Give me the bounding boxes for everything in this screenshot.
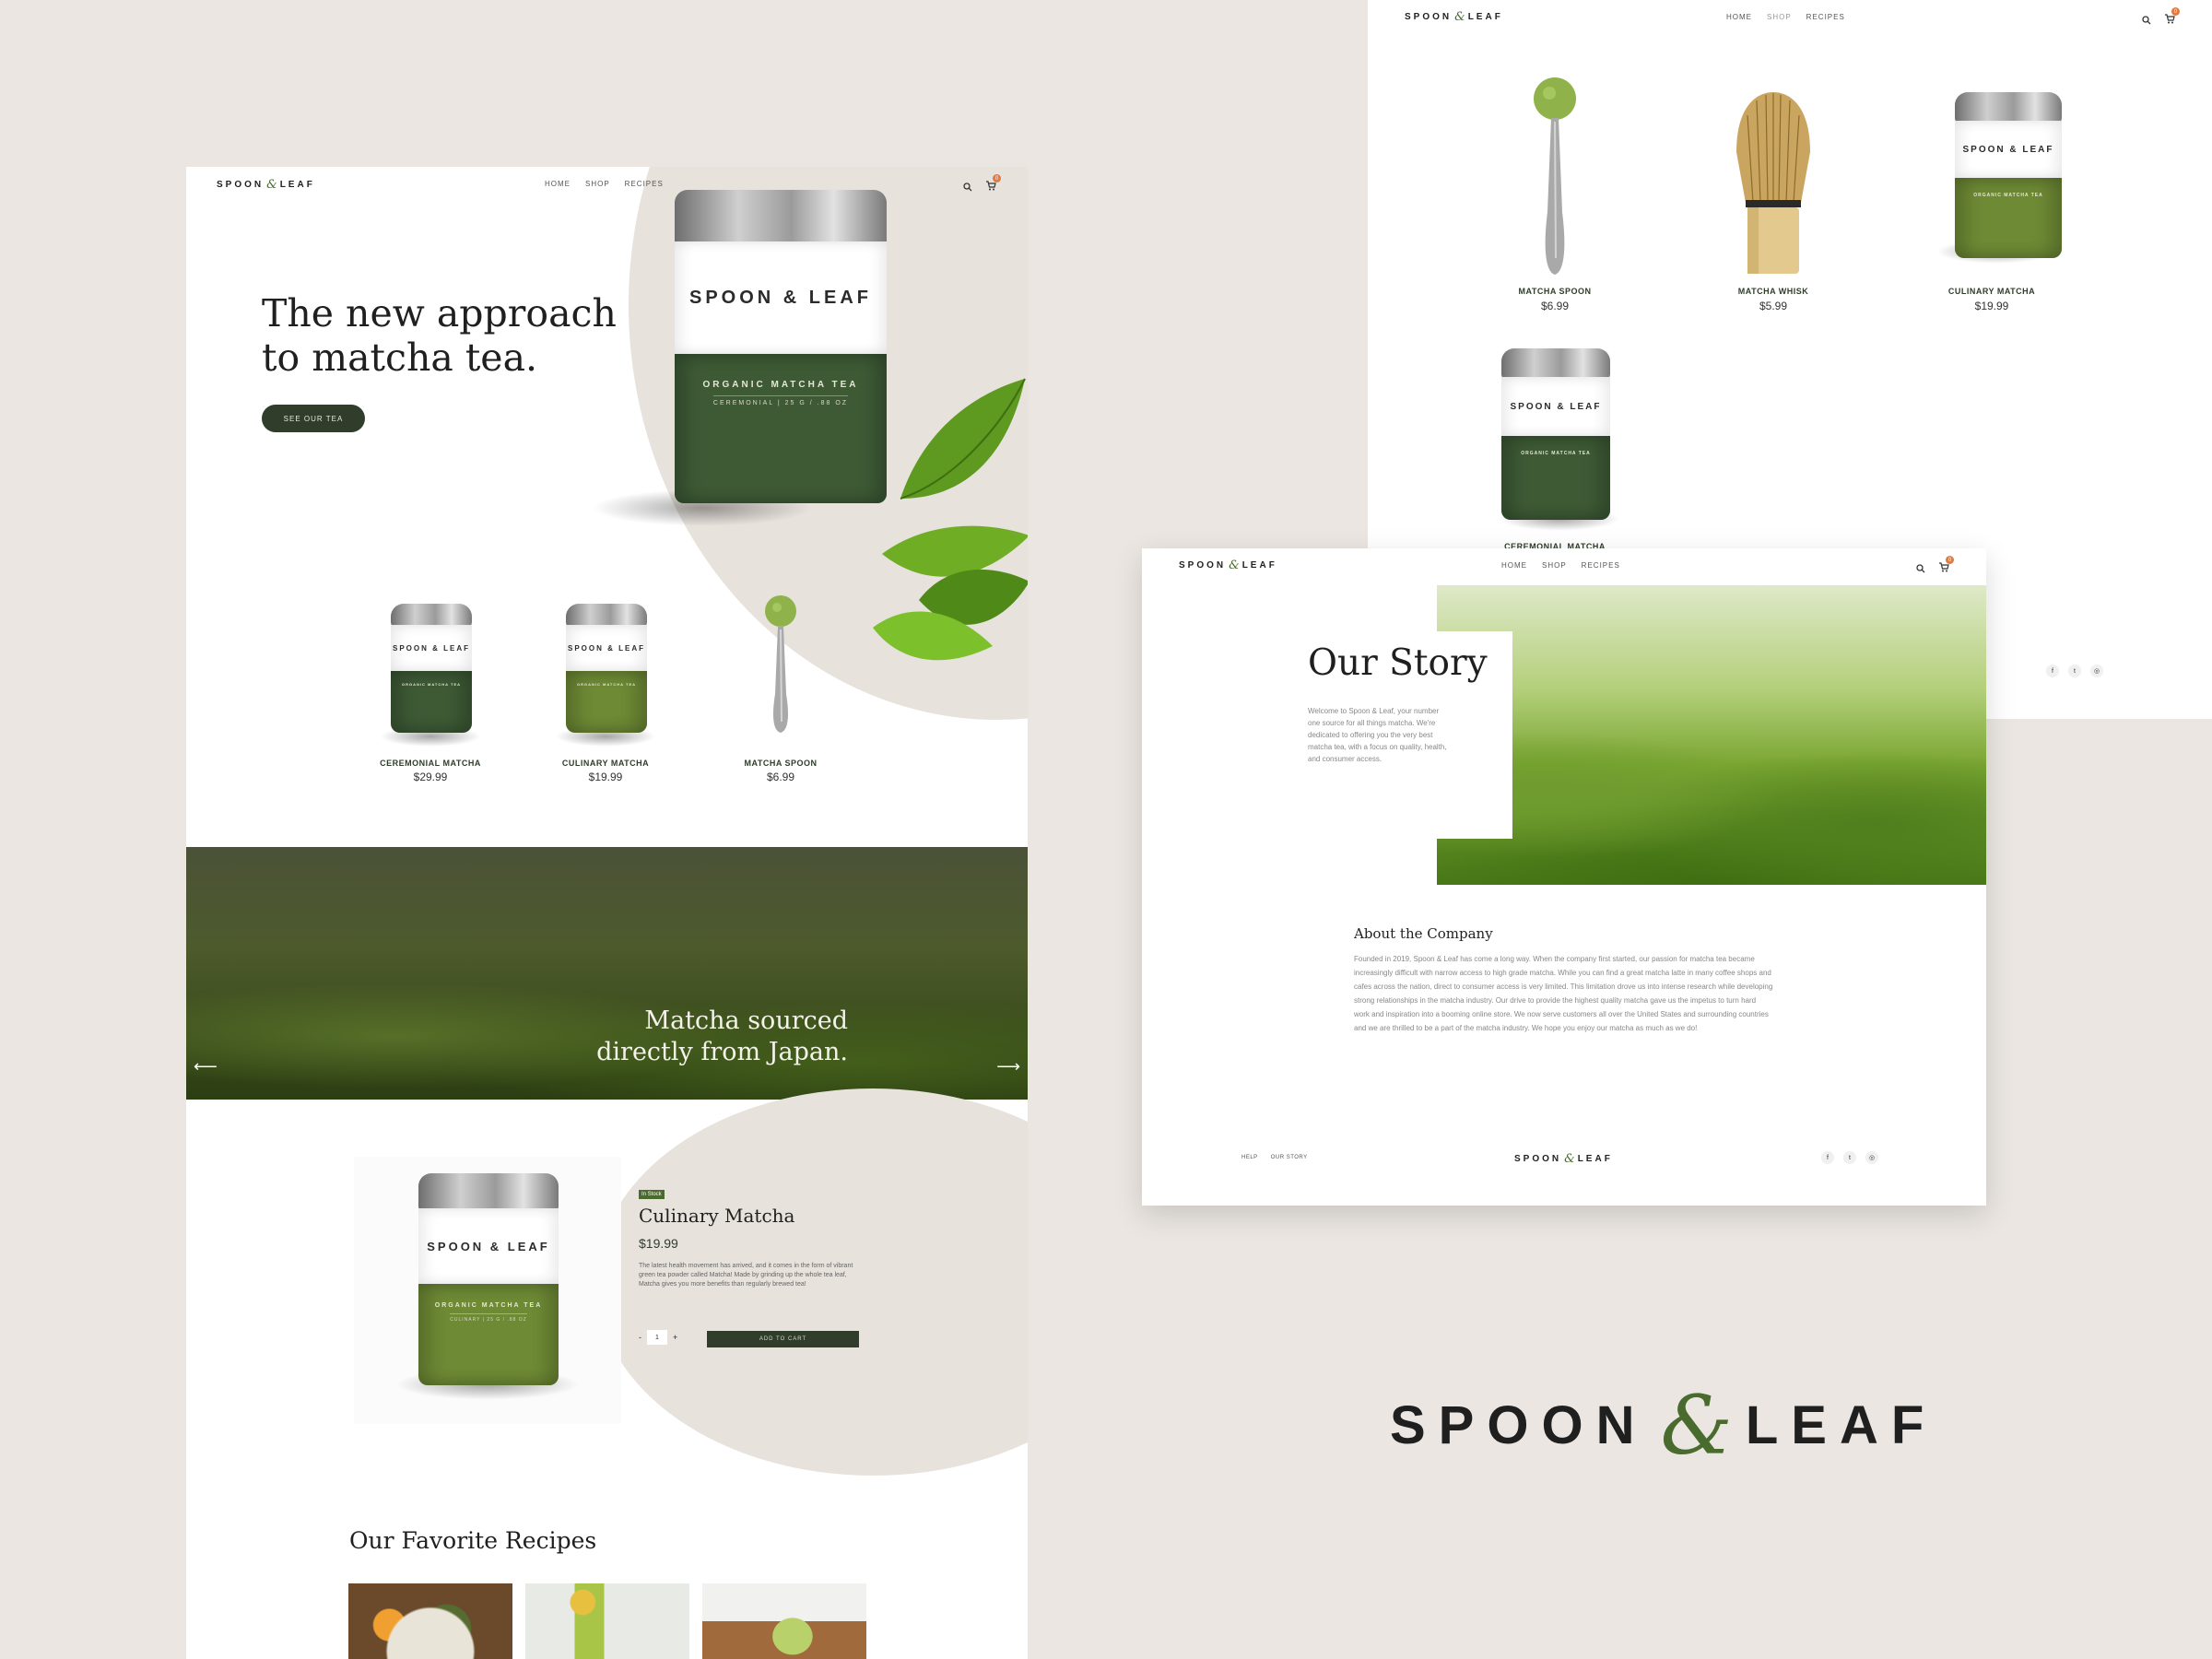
story-page-panel: SPOON & LEAF HOME SHOP RECIPES 0 Our Story… <box>1142 548 1986 1206</box>
footer-links: HELP OUR STORY <box>1241 1155 1308 1160</box>
product-name: MATCHA WHISK <box>1737 287 1809 296</box>
product-card[interactable]: SPOON & LEAF ORGANIC MATCHA TEA CULINARY… <box>1904 69 2079 318</box>
product-name: CULINARY MATCHA <box>1947 287 2036 296</box>
qty-minus-button[interactable]: - <box>639 1333 641 1342</box>
site-logo[interactable]: SPOON & LEAF <box>1179 559 1277 572</box>
qty-plus-button[interactable]: + <box>673 1333 677 1342</box>
social-links: f t ◎ <box>2046 665 2103 677</box>
recipe-card-lemon-drink[interactable] <box>525 1583 689 1659</box>
carousel-prev-arrow[interactable]: ⟵ <box>194 1057 218 1077</box>
nav-icons: 0 <box>1916 556 1954 577</box>
about-company-heading: About the Company <box>1354 925 1493 942</box>
search-icon[interactable] <box>1916 564 1925 573</box>
product-card[interactable]: SPOON & LEAF ORGANIC MATCHA TEA CEREMONI… <box>352 593 509 783</box>
footer-logo[interactable]: SPOON & LEAF <box>1514 1152 1613 1166</box>
site-logo[interactable]: SPOON & LEAF <box>1405 10 1503 24</box>
social-links: f t ◎ <box>1821 1151 1878 1164</box>
hero-title: The new approach to matcha tea. <box>262 291 617 380</box>
matcha-whisk-image <box>1736 92 1810 274</box>
nav-shop[interactable]: SHOP <box>1542 561 1567 570</box>
product-price: $6.99 <box>1540 300 1570 312</box>
cart-count-badge: 0 <box>2171 7 2180 16</box>
facebook-icon[interactable]: f <box>2046 665 2059 677</box>
ceremonial-matcha-image: SPOON & LEAF ORGANIC MATCHA TEA <box>391 604 472 733</box>
nav-icons: 0 <box>963 174 1001 195</box>
search-icon[interactable] <box>963 182 972 192</box>
add-to-cart-button[interactable]: ADD TO CART <box>707 1331 859 1347</box>
recipe-card-salad[interactable] <box>348 1583 512 1659</box>
nav-home[interactable]: HOME <box>545 180 571 188</box>
quantity-stepper: - 1 + <box>639 1330 677 1345</box>
featured-product-title: Culinary Matcha <box>639 1205 795 1227</box>
about-company-text: Founded in 2019, Spoon & Leaf has come a… <box>1354 955 1773 1032</box>
site-logo[interactable]: SPOON & LEAF <box>217 178 315 192</box>
product-name: MATCHA SPOON <box>744 759 818 768</box>
product-card[interactable]: SPOON & LEAF ORGANIC MATCHA TEA CULINARY… <box>527 593 684 783</box>
recipes-heading: Our Favorite Recipes <box>349 1527 597 1554</box>
nav-icons: 0 <box>2142 7 2180 29</box>
brand-logo-large: SPOON & LEAF <box>1390 1378 1937 1473</box>
matcha-spoon-image <box>765 595 796 733</box>
nav-home[interactable]: HOME <box>1726 13 1752 21</box>
product-price: $19.99 <box>588 771 623 783</box>
product-price: $6.99 <box>766 771 795 783</box>
main-nav: HOME SHOP RECIPES <box>1726 13 1845 21</box>
culinary-matcha-image: SPOON & LEAF ORGANIC MATCHA TEA <box>1955 92 2062 258</box>
story-title: Our Story <box>1308 642 1488 684</box>
product-price: $5.99 <box>1759 300 1788 312</box>
product-name: MATCHA SPOON <box>1518 287 1592 296</box>
matcha-spoon-image <box>1534 77 1576 275</box>
culinary-tin-image: SPOON & LEAF ORGANIC MATCHA TEA CULINARY… <box>418 1173 559 1385</box>
product-card[interactable]: MATCHA WHISK $5.99 <box>1686 69 1861 318</box>
ceremonial-matcha-image: SPOON & LEAF ORGANIC MATCHA TEA <box>1501 348 1610 520</box>
japan-tea-field-banner: Matcha sourced directly from Japan. ⟵ ⟶ <box>186 847 1028 1100</box>
home-page-panel: SPOON & LEAF HOME SHOP RECIPES 0 The new a… <box>186 167 1028 1659</box>
facebook-icon[interactable]: f <box>1821 1151 1834 1164</box>
instagram-icon[interactable]: ◎ <box>1865 1151 1878 1164</box>
instagram-icon[interactable]: ◎ <box>2090 665 2103 677</box>
nav-shop[interactable]: SHOP <box>585 180 610 188</box>
product-card[interactable]: SPOON & LEAF ORGANIC MATCHA TEA CEREMONI… <box>1467 332 1642 553</box>
tea-plantation-image <box>1437 585 1986 885</box>
cart-count-badge: 0 <box>993 174 1001 182</box>
main-nav: HOME SHOP RECIPES <box>1501 561 1620 570</box>
footer-story-link[interactable]: OUR STORY <box>1271 1155 1308 1160</box>
story-intro-card: Our Story Welcome to Spoon & Leaf, your … <box>1280 631 1512 839</box>
featured-product-price: $19.99 <box>639 1236 678 1251</box>
search-icon[interactable] <box>2142 16 2151 25</box>
hero-ceremonial-tin-image: SPOON & LEAF ORGANIC MATCHA TEA CEREMONI… <box>675 190 887 503</box>
see-our-tea-button[interactable]: SEE OUR TEA <box>262 405 365 432</box>
product-name: CEREMONIAL MATCHA <box>380 759 481 768</box>
main-nav: HOME SHOP RECIPES <box>545 180 664 188</box>
cart-count-badge: 0 <box>1946 556 1954 564</box>
nav-recipes[interactable]: RECIPES <box>1582 561 1620 570</box>
product-price: $29.99 <box>413 771 448 783</box>
qty-input[interactable]: 1 <box>647 1330 667 1345</box>
recipe-card-matcha-latte[interactable] <box>702 1583 866 1659</box>
product-card[interactable]: MATCHA SPOON $6.99 <box>1467 69 1642 318</box>
twitter-icon[interactable]: t <box>2068 665 2081 677</box>
featured-product-description: The latest health movement has arrived, … <box>639 1263 853 1288</box>
nav-shop[interactable]: SHOP <box>1767 13 1792 21</box>
nav-recipes[interactable]: RECIPES <box>625 180 664 188</box>
culinary-matcha-image: SPOON & LEAF ORGANIC MATCHA TEA <box>566 604 647 733</box>
product-price: $19.99 <box>1974 300 2009 312</box>
twitter-icon[interactable]: t <box>1843 1151 1856 1164</box>
nav-home[interactable]: HOME <box>1501 561 1527 570</box>
story-intro-text: Welcome to Spoon & Leaf, your number one… <box>1308 707 1447 763</box>
cart-icon[interactable]: 0 <box>2164 7 2180 29</box>
banner-headline: Matcha sourced directly from Japan. <box>596 1006 848 1066</box>
product-name: CULINARY MATCHA <box>561 759 650 768</box>
tea-leaves-image <box>864 324 1028 674</box>
product-card[interactable]: MATCHA SPOON $6.99 <box>702 593 859 783</box>
footer-help-link[interactable]: HELP <box>1241 1155 1258 1160</box>
featured-product-photo: SPOON & LEAF ORGANIC MATCHA TEA CULINARY… <box>354 1157 621 1424</box>
carousel-next-arrow[interactable]: ⟶ <box>996 1057 1020 1077</box>
cart-icon[interactable]: 0 <box>1938 556 1954 577</box>
cart-icon[interactable]: 0 <box>985 174 1001 195</box>
nav-recipes[interactable]: RECIPES <box>1806 13 1845 21</box>
in-stock-badge: In Stock <box>639 1190 665 1199</box>
